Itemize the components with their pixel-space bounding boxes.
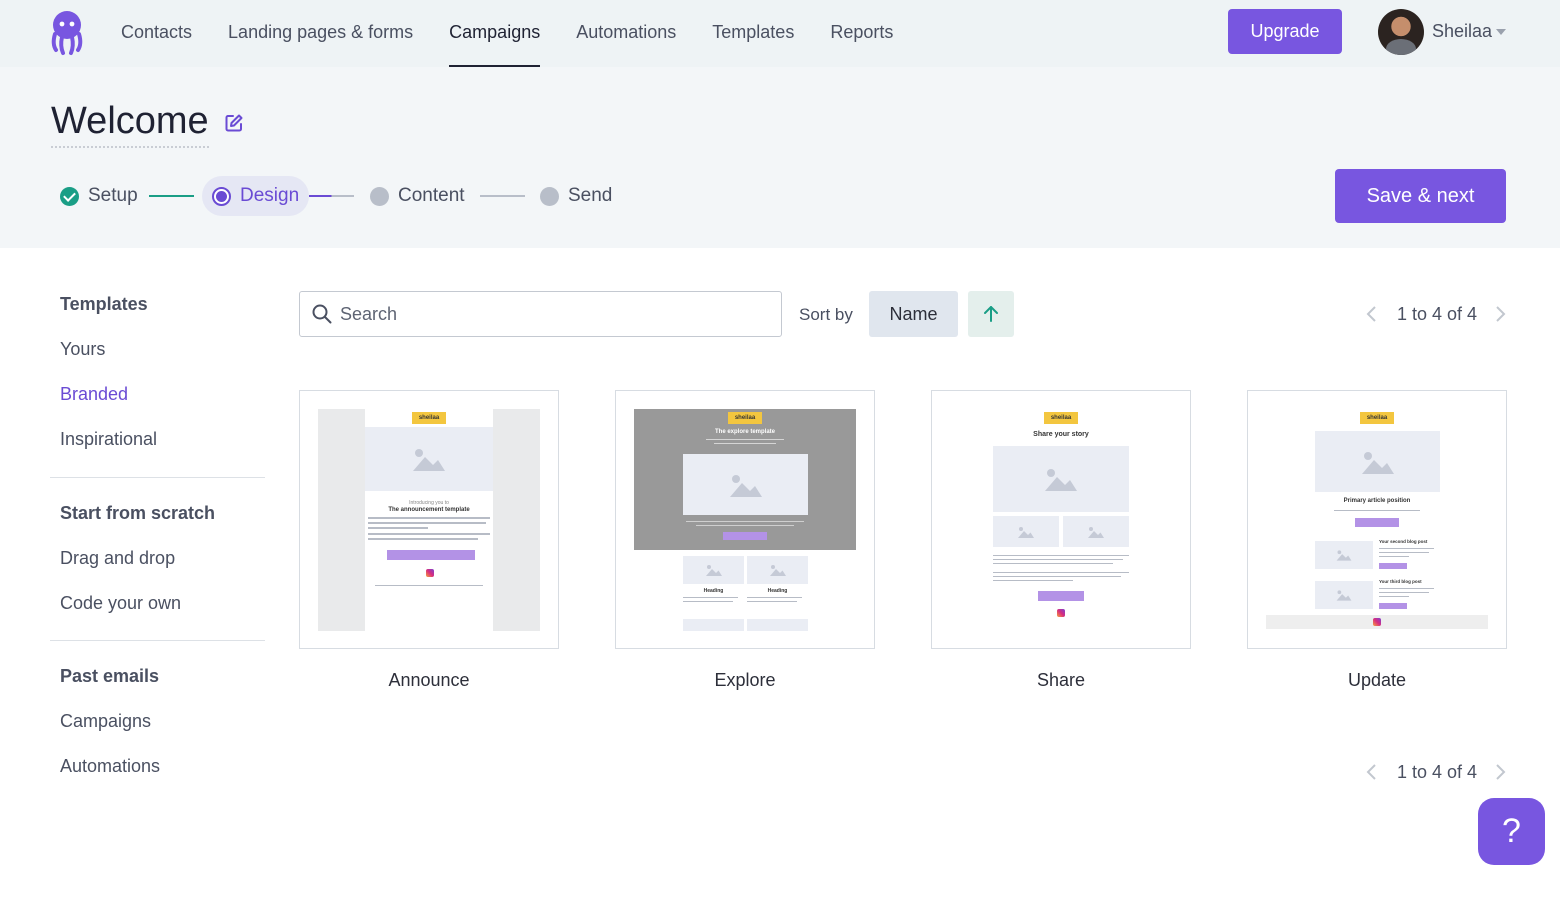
image-placeholder-icon bbox=[993, 446, 1129, 512]
image-placeholder-icon bbox=[683, 556, 744, 584]
page-title[interactable]: Welcome bbox=[51, 100, 209, 148]
image-placeholder-icon bbox=[365, 427, 493, 491]
sidebar-item-yours[interactable]: Yours bbox=[60, 339, 105, 360]
instagram-icon bbox=[1057, 609, 1065, 617]
brand-tag: sheilaa bbox=[412, 412, 446, 424]
sort-field-button[interactable]: Name bbox=[869, 291, 958, 337]
template-card-update[interactable]: sheilaa Primary article position Your se… bbox=[1247, 390, 1507, 649]
template-name: Share bbox=[1036, 670, 1086, 690]
brand-tag: sheilaa bbox=[1360, 412, 1394, 424]
radio-current-icon bbox=[212, 186, 231, 206]
sidebar-group-templates: Templates bbox=[60, 294, 148, 314]
campaign-header bbox=[0, 67, 1560, 248]
user-menu-name[interactable]: Sheilaa bbox=[1432, 21, 1492, 42]
step-design[interactable]: Design bbox=[202, 176, 310, 216]
nav-templates[interactable]: Templates bbox=[694, 0, 812, 67]
help-button[interactable]: ? bbox=[1478, 798, 1545, 865]
search-icon bbox=[312, 304, 332, 324]
template-name: Update bbox=[1347, 670, 1407, 690]
check-circle-icon bbox=[60, 186, 79, 206]
step-connector bbox=[149, 195, 194, 197]
nav-automations[interactable]: Automations bbox=[558, 0, 694, 67]
pagination-text: 1 to 4 of 4 bbox=[1397, 304, 1478, 324]
step-pending-icon bbox=[540, 186, 559, 206]
image-placeholder-icon bbox=[1063, 516, 1129, 547]
sidebar-item-code-your-own[interactable]: Code your own bbox=[60, 593, 181, 614]
nav-campaigns[interactable]: Campaigns bbox=[431, 0, 558, 67]
sidebar-item-drag-and-drop[interactable]: Drag and drop bbox=[60, 548, 175, 569]
octopus-logo-icon[interactable] bbox=[48, 10, 86, 56]
brand-tag: sheilaa bbox=[728, 412, 762, 424]
step-pending-icon bbox=[370, 186, 389, 206]
chevron-left-icon[interactable] bbox=[1365, 305, 1377, 323]
template-card-announce[interactable]: sheilaa Introducing you to The announcem… bbox=[299, 390, 559, 649]
chevron-right-icon[interactable] bbox=[1495, 305, 1507, 323]
image-placeholder-icon bbox=[1315, 581, 1373, 609]
image-placeholder-icon bbox=[747, 556, 808, 584]
template-thumbnail: sheilaa Introducing you to The announcem… bbox=[318, 409, 540, 631]
arrow-up-icon bbox=[984, 306, 998, 322]
sidebar-divider bbox=[50, 477, 265, 478]
sidebar-group-start-from-scratch: Start from scratch bbox=[60, 503, 216, 523]
avatar[interactable] bbox=[1378, 9, 1424, 55]
chevron-right-icon[interactable] bbox=[1495, 763, 1507, 781]
save-next-button[interactable]: Save & next bbox=[1335, 169, 1506, 223]
primary-nav: Contacts Landing pages & forms Campaigns… bbox=[103, 0, 911, 67]
cta-button-preview bbox=[1038, 591, 1084, 601]
sidebar-item-inspirational[interactable]: Inspirational bbox=[60, 429, 157, 450]
image-placeholder-icon bbox=[993, 516, 1059, 547]
template-card-explore[interactable]: sheilaa The explore template Heading Hea… bbox=[615, 390, 875, 649]
pagination-top: 1 to 4 of 4 bbox=[1365, 299, 1510, 329]
image-placeholder-icon bbox=[1315, 541, 1373, 569]
instagram-icon bbox=[426, 569, 434, 577]
sort-by-label: Sort by bbox=[799, 305, 853, 324]
step-content[interactable]: Content bbox=[370, 176, 465, 216]
step-connector bbox=[309, 195, 354, 197]
sidebar-item-branded[interactable]: Branded bbox=[60, 384, 128, 405]
step-label: Content bbox=[398, 185, 465, 206]
sidebar-divider bbox=[50, 640, 265, 641]
sidebar-item-automations[interactable]: Automations bbox=[60, 756, 160, 777]
step-label: Setup bbox=[88, 185, 138, 206]
pagination-bottom: 1 to 4 of 4 bbox=[1365, 757, 1510, 787]
template-thumbnail: sheilaa Primary article position Your se… bbox=[1266, 409, 1488, 631]
sidebar-group-past-emails: Past emails bbox=[60, 666, 160, 686]
search-box bbox=[299, 291, 782, 337]
chevron-down-icon[interactable] bbox=[1496, 29, 1506, 35]
upgrade-button[interactable]: Upgrade bbox=[1228, 9, 1342, 54]
instagram-icon bbox=[1373, 618, 1381, 626]
template-thumbnail: sheilaa The explore template Heading Hea… bbox=[634, 409, 856, 631]
cta-button-preview bbox=[1355, 518, 1399, 527]
step-setup[interactable]: Setup bbox=[60, 176, 138, 216]
template-thumbnail: sheilaa Share your story bbox=[950, 409, 1172, 631]
edit-icon[interactable] bbox=[224, 113, 244, 133]
nav-reports[interactable]: Reports bbox=[812, 0, 911, 67]
top-navigation: Contacts Landing pages & forms Campaigns… bbox=[0, 0, 1560, 67]
nav-contacts[interactable]: Contacts bbox=[103, 0, 210, 67]
template-name: Explore bbox=[714, 670, 776, 690]
cta-button-preview bbox=[387, 550, 475, 560]
step-send[interactable]: Send bbox=[540, 176, 612, 216]
search-input[interactable] bbox=[340, 292, 770, 336]
brand-tag: sheilaa bbox=[1044, 412, 1078, 424]
cta-button-preview bbox=[723, 532, 767, 540]
image-placeholder-icon bbox=[683, 454, 808, 515]
sort-direction-button[interactable] bbox=[968, 291, 1014, 337]
image-placeholder-icon bbox=[1315, 431, 1440, 492]
step-label: Send bbox=[568, 185, 613, 206]
nav-landing-pages-forms[interactable]: Landing pages & forms bbox=[210, 0, 431, 67]
sidebar-item-campaigns[interactable]: Campaigns bbox=[60, 711, 151, 732]
step-connector bbox=[480, 195, 525, 197]
step-label: Design bbox=[240, 185, 300, 206]
template-card-share[interactable]: sheilaa Share your story bbox=[931, 390, 1191, 649]
pagination-text: 1 to 4 of 4 bbox=[1397, 762, 1478, 782]
template-name: Announce bbox=[388, 670, 470, 690]
chevron-left-icon[interactable] bbox=[1365, 763, 1377, 781]
